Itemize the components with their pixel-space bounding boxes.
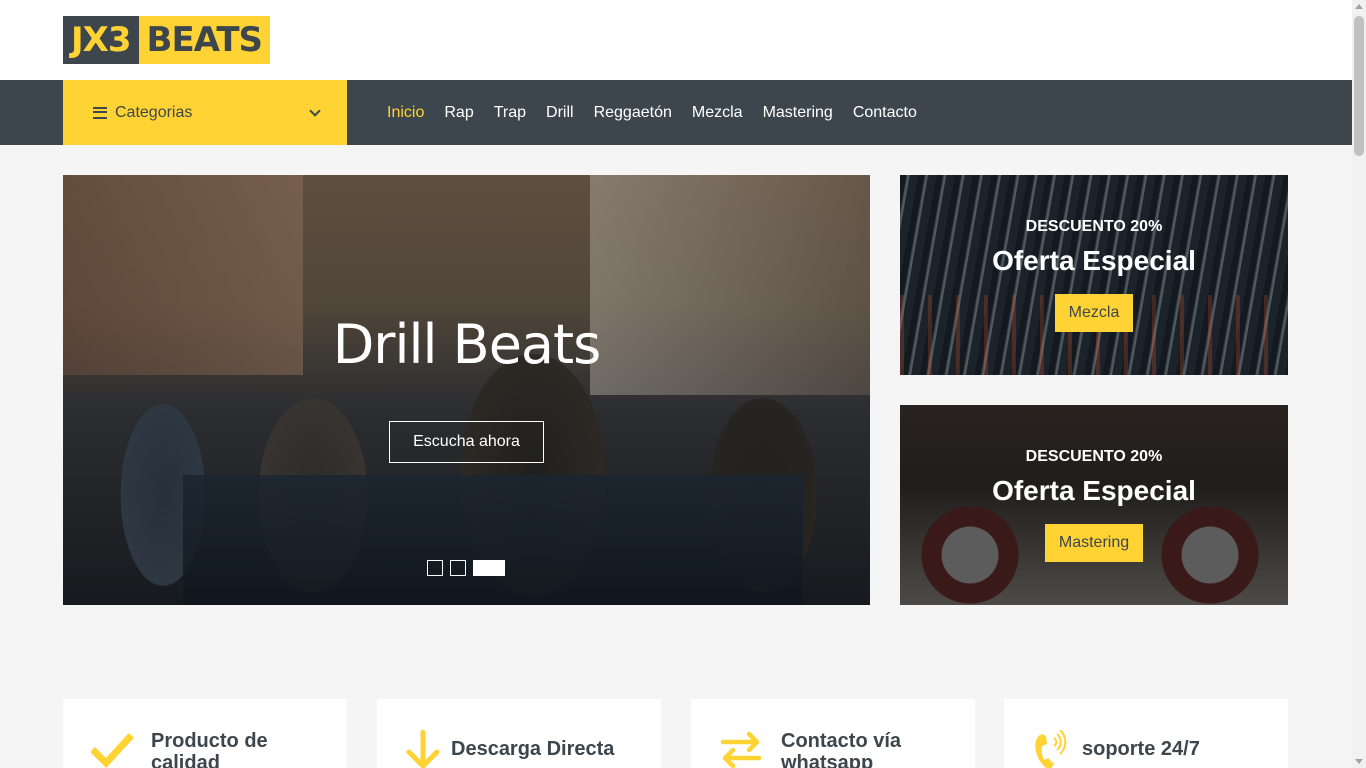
nav-item-drill[interactable]: Drill (546, 104, 574, 122)
check-icon (91, 730, 133, 768)
offer-card-mezcla: DESCUENTO 20% Oferta Especial Mezcla (900, 175, 1288, 375)
categories-dropdown-button[interactable]: Categorias (63, 80, 347, 145)
offer-discount: DESCUENTO 20% (1025, 448, 1163, 465)
nav-item-reggaeton[interactable]: Reggaetón (594, 104, 672, 122)
nav-item-rap[interactable]: Rap (444, 104, 473, 122)
arrow-down-icon (405, 730, 441, 768)
header-topbar: JX3 BEATS (0, 0, 1352, 80)
feature-text: Producto de calidad (151, 730, 268, 768)
scroll-down-arrow-icon[interactable] (1355, 759, 1363, 764)
site-logo[interactable]: JX3 BEATS (63, 16, 271, 64)
hero-image-car (183, 475, 803, 605)
offer-title: Oferta Especial (992, 245, 1196, 276)
menu-bars-icon (93, 106, 107, 119)
feature-text: soporte 24/7 (1082, 738, 1200, 760)
phone-volume-icon (1032, 730, 1068, 768)
feature-whatsapp: Contacto vía whatsapp (691, 699, 975, 768)
offer-mezcla-button[interactable]: Mezcla (1055, 294, 1133, 332)
chevron-down-icon (309, 104, 321, 117)
logo-left-text: JX3 (63, 16, 139, 64)
nav-item-contacto[interactable]: Contacto (853, 104, 917, 122)
feature-support: soporte 24/7 (1004, 699, 1288, 768)
nav-item-mastering[interactable]: Mastering (763, 104, 833, 122)
offer-title: Oferta Especial (992, 475, 1196, 506)
exchange-arrows-icon (719, 730, 763, 768)
carousel-indicators (427, 560, 512, 576)
feature-text: Contacto vía whatsapp (781, 730, 902, 768)
scroll-up-arrow-icon[interactable] (1355, 4, 1363, 9)
hero-carousel[interactable]: Drill Beats Escucha ahora (63, 175, 870, 605)
offer-discount: DESCUENTO 20% (1025, 218, 1163, 235)
nav-menu: Inicio Rap Trap Drill Reggaetón Mezcla M… (387, 80, 937, 145)
categories-label: Categorias (115, 103, 193, 121)
carousel-indicator-2[interactable] (450, 560, 466, 576)
offer-mastering-button[interactable]: Mastering (1045, 524, 1143, 562)
scrollbar-thumb[interactable] (1354, 16, 1364, 156)
feature-download: Descarga Directa (377, 699, 661, 768)
nav-item-inicio[interactable]: Inicio (387, 104, 424, 122)
nav-item-mezcla[interactable]: Mezcla (692, 104, 743, 122)
hero-listen-button[interactable]: Escucha ahora (389, 421, 544, 463)
feature-quality: Producto de calidad (63, 699, 347, 768)
hero-title: Drill Beats (332, 313, 602, 376)
nav-item-trap[interactable]: Trap (494, 104, 526, 122)
main-navbar: Categorias Inicio Rap Trap Drill Reggaet… (0, 80, 1352, 145)
carousel-indicator-1[interactable] (427, 560, 443, 576)
offer-card-mastering: DESCUENTO 20% Oferta Especial Mastering (900, 405, 1288, 605)
feature-text: Descarga Directa (451, 738, 615, 760)
page-scrollbar[interactable] (1352, 0, 1366, 768)
carousel-indicator-3[interactable] (473, 560, 505, 576)
logo-right-text: BEATS (138, 16, 271, 64)
